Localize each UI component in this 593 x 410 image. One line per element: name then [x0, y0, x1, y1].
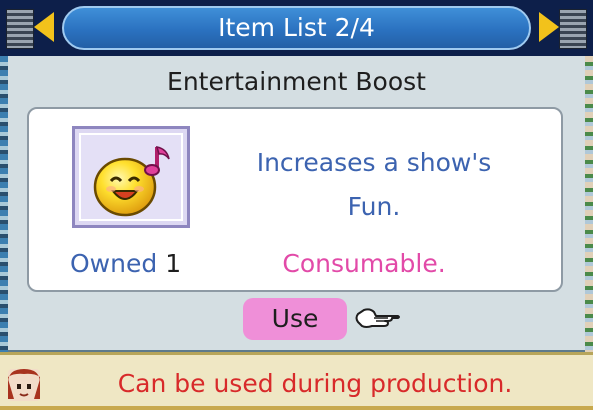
page-title: Item List 2/4	[218, 13, 375, 42]
use-button[interactable]: Use	[243, 298, 347, 340]
owned-count-row: Owned 1	[70, 249, 181, 278]
title-pill: Item List 2/4	[62, 6, 531, 50]
prev-page-button[interactable]	[34, 12, 54, 42]
pointing-hand-icon	[355, 308, 400, 328]
next-page-button[interactable]	[539, 12, 559, 42]
owned-label: Owned	[70, 249, 158, 278]
character-avatar-icon	[8, 369, 40, 401]
smiley-music-note-icon	[93, 146, 170, 217]
item-type-label: Consumable.	[282, 249, 446, 278]
grip-handle-right-icon	[559, 9, 587, 49]
item-card: Increases a show's Fun. Owned 1 Consumab…	[27, 107, 563, 292]
item-icon-frame	[72, 126, 190, 228]
item-panel: Entertainment Boost Increases a show's F…	[8, 56, 585, 350]
item-description: Increases a show's Fun.	[256, 148, 492, 221]
header-bar: Item List 2/4	[0, 0, 593, 56]
status-message: Can be used during production.	[117, 369, 513, 398]
item-name: Entertainment Boost	[167, 67, 426, 96]
owned-count: 1	[165, 249, 182, 278]
status-bar: Can be used during production.	[0, 352, 593, 410]
grip-handle-left-icon	[6, 9, 34, 49]
